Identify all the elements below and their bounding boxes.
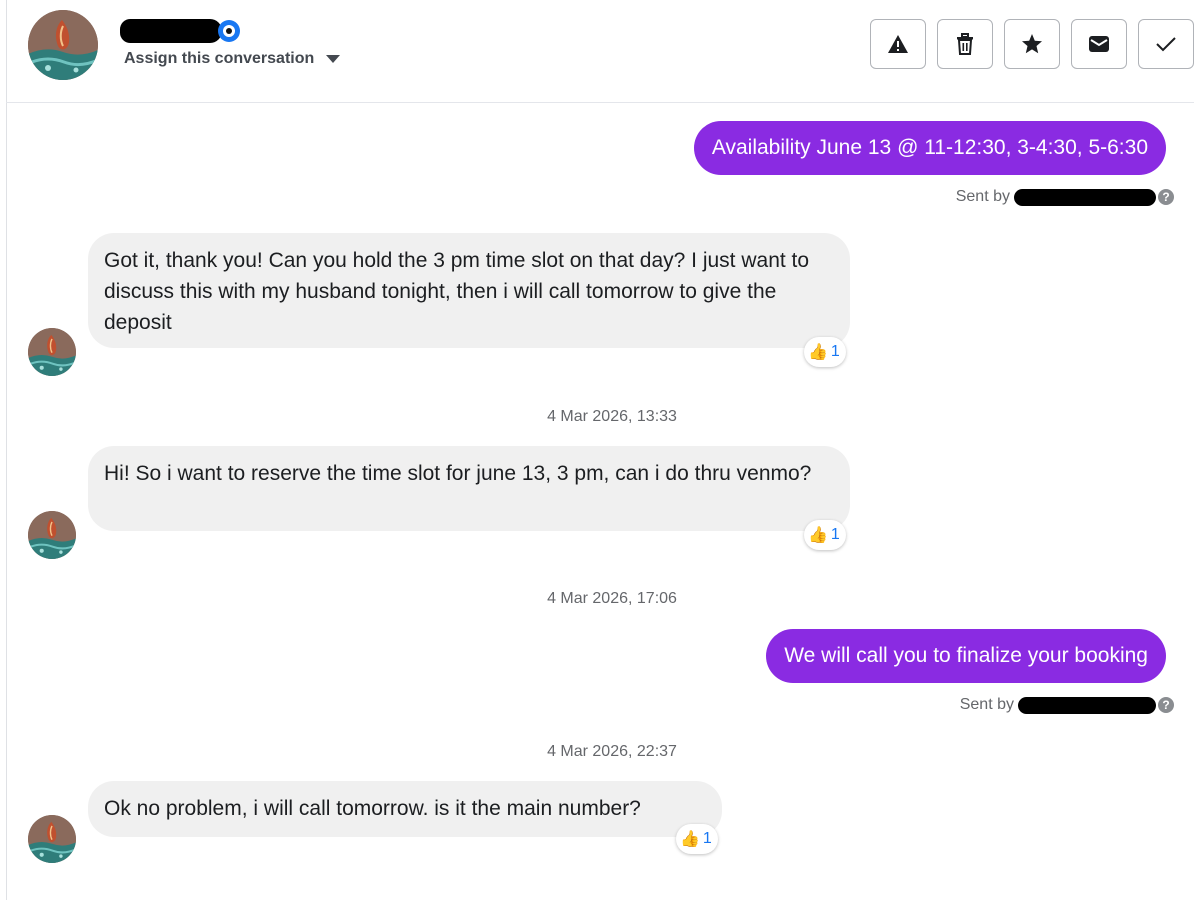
outgoing-message[interactable]: Availability June 13 @ 11-12:30, 3-4:30,…: [693, 121, 1166, 175]
caret-down-icon: [326, 55, 341, 63]
checkmark-icon: [1156, 37, 1176, 52]
reaction-count: 1: [830, 526, 840, 543]
delete-button[interactable]: [937, 19, 993, 69]
conversation-header: Assign this conversation: [6, 0, 1194, 103]
reaction-badge[interactable]: 👍 1: [804, 520, 846, 550]
trash-icon: [957, 33, 973, 55]
thumbs-up-icon: 👍: [680, 831, 700, 848]
incoming-message[interactable]: Got it, thank you! Can you hold the 3 pm…: [88, 233, 850, 348]
star-icon: [1022, 34, 1042, 54]
left-divider: [0, 0, 7, 900]
sent-by-line: Sent by ?: [956, 188, 1174, 206]
reaction-badge[interactable]: 👍 1: [676, 824, 718, 854]
sent-by-label: Sent by: [955, 188, 1010, 205]
reaction-count: 1: [830, 343, 840, 360]
sent-by-line: Sent by ?: [960, 696, 1174, 714]
timestamp: 4 Mar 2026, 22:37: [547, 743, 677, 760]
timestamp: 4 Mar 2026, 13:33: [547, 408, 677, 425]
sent-by-label: Sent by: [959, 696, 1014, 713]
help-icon[interactable]: ?: [1158, 189, 1174, 205]
mark-unread-button[interactable]: [1071, 19, 1127, 69]
redacted-sender-name: [1018, 696, 1156, 714]
help-icon[interactable]: ?: [1158, 697, 1174, 713]
thumbs-up-icon: 👍: [808, 344, 828, 361]
envelope-icon: [1089, 36, 1109, 52]
redacted-contact-name: [120, 19, 222, 43]
action-toolbar: [870, 19, 1194, 69]
avatar: [28, 328, 76, 376]
redacted-sender-name: [1014, 188, 1156, 206]
star-button[interactable]: [1004, 19, 1060, 69]
avatar: [28, 511, 76, 559]
warning-icon: [888, 35, 908, 53]
avatar[interactable]: [28, 10, 98, 80]
reaction-badge[interactable]: 👍 1: [804, 337, 846, 367]
timestamp: 4 Mar 2026, 17:06: [547, 590, 677, 607]
report-button[interactable]: [870, 19, 926, 69]
eye-badge-icon: [218, 20, 240, 42]
avatar: [28, 815, 76, 863]
incoming-message[interactable]: Hi! So i want to reserve the time slot f…: [88, 446, 850, 531]
incoming-message[interactable]: Ok no problem, i will call tomorrow. is …: [88, 781, 722, 837]
outgoing-message[interactable]: We will call you to finalize your bookin…: [766, 629, 1166, 683]
thumbs-up-icon: 👍: [808, 527, 828, 544]
assign-conversation-dropdown[interactable]: Assign this conversation: [124, 50, 341, 68]
assign-label: Assign this conversation: [124, 50, 315, 67]
mark-done-button[interactable]: [1138, 19, 1194, 69]
reaction-count: 1: [702, 830, 712, 847]
